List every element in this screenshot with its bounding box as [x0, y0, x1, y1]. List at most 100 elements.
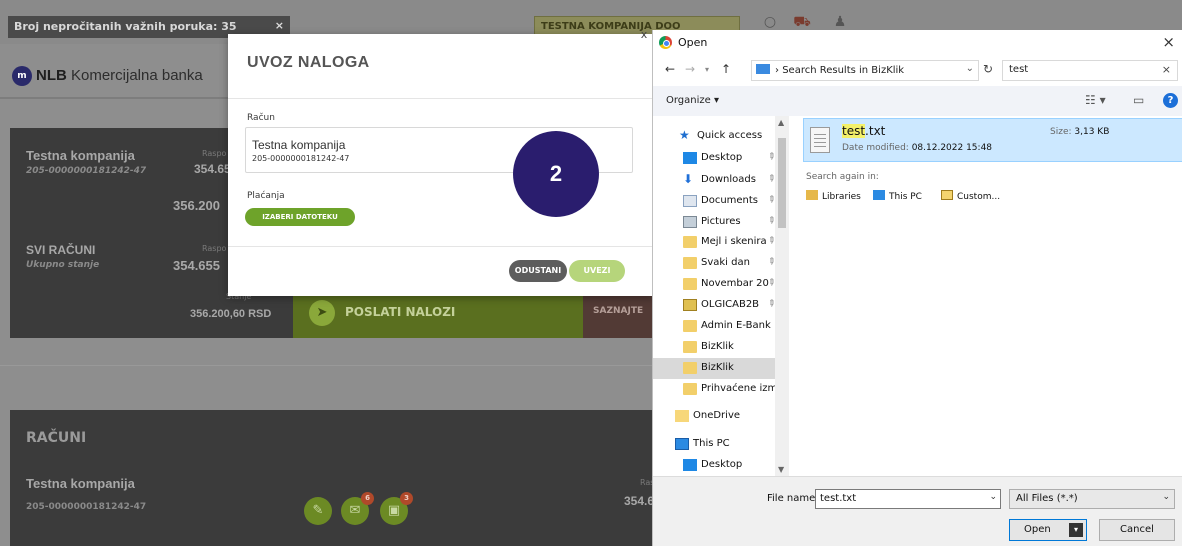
learn-more-text: SAZNAJTE — [593, 306, 644, 316]
chevron-down-icon[interactable]: ⌄ — [989, 492, 997, 502]
refresh-icon[interactable]: ↻ — [983, 62, 993, 76]
recent-locations-icon[interactable]: ▾ — [705, 65, 709, 74]
modal-close-button[interactable]: x — [638, 28, 650, 42]
pin-icon[interactable]: ✎ — [765, 215, 775, 227]
nav-item[interactable]: Pictures ✎ — [653, 212, 775, 233]
documents-button[interactable]: ▣ 3 — [380, 492, 413, 525]
total-balance-amount: 356.200,60 RSD — [190, 308, 272, 320]
chevron-down-icon[interactable]: ⌄ — [966, 63, 974, 74]
cancel-dialog-button[interactable]: Cancel — [1099, 519, 1175, 541]
available-label: Raspo — [202, 244, 227, 253]
file-icon — [683, 299, 697, 311]
nav-item[interactable]: BizKlik — [653, 337, 775, 358]
open-options-icon[interactable]: ▾ — [1069, 523, 1083, 537]
pin-icon[interactable]: ✎ — [765, 173, 775, 185]
messages-button[interactable]: ✉ 6 — [341, 492, 374, 525]
nav-item[interactable]: OneDrive — [653, 406, 775, 427]
file-type-value: All Files (*.*) — [1016, 493, 1078, 504]
view-options-icon[interactable]: ☷ ▾ — [1085, 93, 1106, 107]
nav-item[interactable]: ★ Quick access — [653, 126, 775, 147]
preview-pane-icon[interactable]: ▭ — [1133, 93, 1144, 107]
account-name: Testna kompanija — [252, 138, 346, 152]
scroll-up-icon[interactable]: ▲ — [778, 118, 784, 127]
nav-item[interactable]: OLGICAB2B ✎ — [653, 295, 775, 316]
nav-item[interactable]: BizKlik — [653, 358, 775, 379]
search-folder-icon — [756, 64, 770, 74]
nav-item[interactable]: Mejl i skenira ✎ — [653, 232, 775, 253]
close-icon[interactable]: × — [1162, 33, 1175, 51]
nav-item-label: Svaki dan — [701, 257, 750, 268]
search-input[interactable]: test × — [1002, 60, 1178, 81]
logo-name: Komercijalna banka — [71, 67, 203, 84]
folder-icon — [683, 236, 697, 248]
this-pc-icon — [873, 190, 885, 200]
search-again-label: Search again in: — [806, 172, 879, 182]
nav-item-label: BizKlik — [701, 362, 734, 373]
file-name: test.txt — [842, 124, 886, 138]
nav-item-label: BizKlik — [701, 341, 734, 352]
up-arrow-icon[interactable]: ↑ — [721, 62, 731, 76]
account-label: Račun — [247, 113, 275, 123]
import-button[interactable]: UVEZI — [569, 260, 625, 282]
cancel-button[interactable]: ODUSTANI — [509, 260, 567, 282]
nav-item[interactable]: Desktop — [653, 455, 775, 476]
nav-item[interactable]: Svaki dan ✎ — [653, 253, 775, 274]
folder-icon — [683, 320, 697, 332]
account-name[interactable]: Testna kompanija — [26, 148, 135, 163]
account-name[interactable]: Testna kompanija — [26, 476, 135, 491]
nav-scrollbar[interactable]: ▲ ▼ — [775, 116, 789, 476]
all-accounts-title[interactable]: SVI RAČUNI — [26, 243, 95, 257]
file-item[interactable]: test.txt Date modified: 08.12.2022 15:48… — [803, 118, 1182, 162]
scroll-down-icon[interactable]: ▼ — [778, 465, 784, 474]
folder-icon — [683, 341, 697, 353]
nav-item-label: Quick access — [697, 130, 763, 141]
address-bar[interactable]: › Search Results in BizKlik ⌄ — [751, 60, 979, 81]
chrome-icon — [659, 36, 672, 49]
nav-item-label: This PC — [693, 438, 730, 449]
account-number: 205-0000000181242-47 — [26, 502, 147, 512]
choose-file-button[interactable]: IZABERI DATOTEKU — [245, 208, 355, 226]
nav-item[interactable]: ⬇ Downloads ✎ — [653, 170, 775, 191]
organize-menu[interactable]: Organize ▾ — [666, 95, 719, 106]
available-label: Raspo — [202, 149, 227, 158]
search-custom-link[interactable]: Custom... — [941, 190, 1000, 202]
nav-item-label: Prihvaćene izme — [701, 383, 775, 394]
file-date: Date modified: 08.12.2022 15:48 — [842, 143, 993, 153]
text-file-icon — [810, 127, 830, 153]
pictures-icon — [683, 216, 697, 228]
envelope-icon: ✉ — [349, 503, 361, 518]
pin-icon[interactable]: ✎ — [765, 298, 775, 310]
this-pc-icon — [675, 438, 689, 450]
account-number: 205-0000000181242-47 — [252, 154, 350, 163]
forward-arrow-icon[interactable]: → — [685, 62, 695, 76]
download-icon: ⬇ — [683, 172, 694, 186]
pin-icon[interactable]: ✎ — [765, 151, 775, 163]
available-amount: 354.655 — [173, 258, 220, 273]
edit-button[interactable]: ✎ — [304, 497, 332, 525]
nav-item[interactable]: Novembar 20 ✎ — [653, 274, 775, 295]
accounts-title: RAČUNI — [26, 430, 87, 446]
document-icon: ▣ — [387, 503, 401, 518]
bank-logo-icon: m — [12, 66, 32, 86]
nav-item[interactable]: Admin E-Bank — [653, 316, 775, 337]
available-amount: 354.65 — [194, 162, 231, 176]
back-arrow-icon[interactable]: ← — [665, 62, 675, 76]
pencil-icon: ✎ — [312, 503, 324, 518]
nav-item[interactable]: Documents ✎ — [653, 191, 775, 212]
scroll-thumb[interactable] — [778, 138, 786, 228]
nav-item[interactable]: Prihvaćene izme — [653, 379, 775, 400]
file-type-select[interactable]: All Files (*.*) ⌄ — [1009, 489, 1175, 509]
help-icon[interactable]: ? — [1163, 93, 1178, 108]
close-icon[interactable]: × — [275, 19, 284, 32]
custom-search-icon — [941, 190, 953, 200]
nav-item[interactable]: Desktop ✎ — [653, 148, 775, 169]
open-button[interactable]: Open ▾ — [1009, 519, 1087, 541]
search-libraries-link[interactable]: Libraries — [806, 190, 861, 202]
file-name-input[interactable]: test.txt ⌄ — [815, 489, 1001, 509]
pin-icon[interactable]: ✎ — [765, 256, 775, 268]
pin-icon[interactable]: ✎ — [765, 194, 775, 206]
modal-divider — [228, 98, 654, 99]
search-this-pc-link[interactable]: This PC — [873, 190, 922, 202]
nav-item[interactable]: This PC — [653, 434, 775, 455]
clear-search-icon[interactable]: × — [1162, 63, 1171, 76]
